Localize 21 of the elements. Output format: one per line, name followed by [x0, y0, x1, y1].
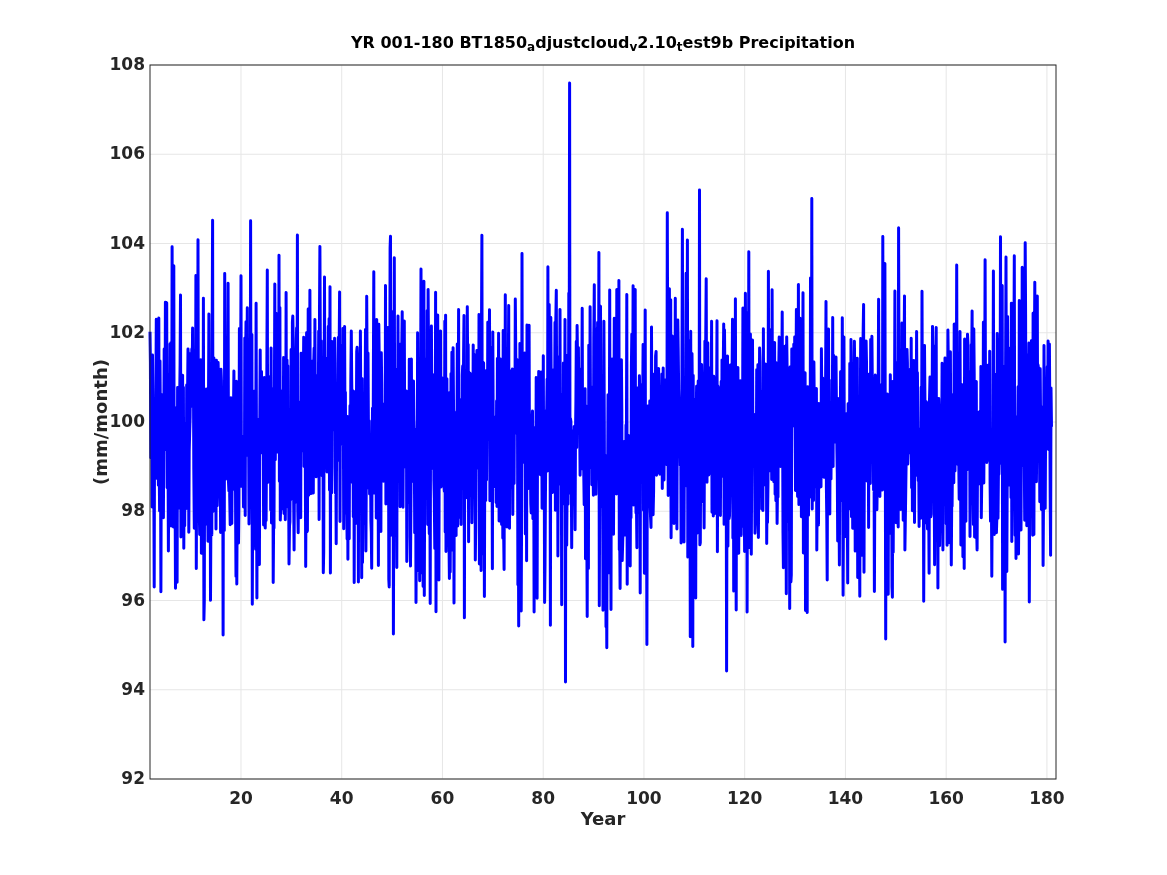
y-tick-label: 92 [121, 767, 145, 791]
x-tick-label: 80 [531, 787, 556, 810]
x-axis-label: Year [580, 807, 626, 831]
y-tick-label: 94 [121, 678, 145, 701]
x-tick-label: 20 [229, 787, 253, 810]
y-tick-label: 104 [109, 231, 145, 255]
x-tick-label: 120 [726, 787, 763, 810]
chart-title: YR 001-180 BT1850$_{a}$djustcloud$_{v}$2.10$_{t}$est9b Precipitation [349, 32, 857, 55]
x-tick-label: 40 [329, 787, 354, 810]
y-tick-label: 96 [121, 588, 145, 612]
x-tick-label: 180 [1029, 787, 1065, 810]
y-tick-label: 100 [109, 410, 145, 434]
y-tick-label: 106 [109, 142, 145, 166]
x-tick-label: 160 [928, 787, 964, 810]
y-axis-label: (mm/month) [88, 359, 111, 485]
y-tick-label: 108 [109, 53, 145, 77]
x-tick-label: 140 [827, 787, 864, 810]
y-tick-label: 98 [121, 499, 145, 523]
x-tick-label: 100 [626, 787, 662, 810]
x-tick-label: 60 [430, 787, 455, 810]
y-tick-label: 102 [109, 321, 145, 344]
